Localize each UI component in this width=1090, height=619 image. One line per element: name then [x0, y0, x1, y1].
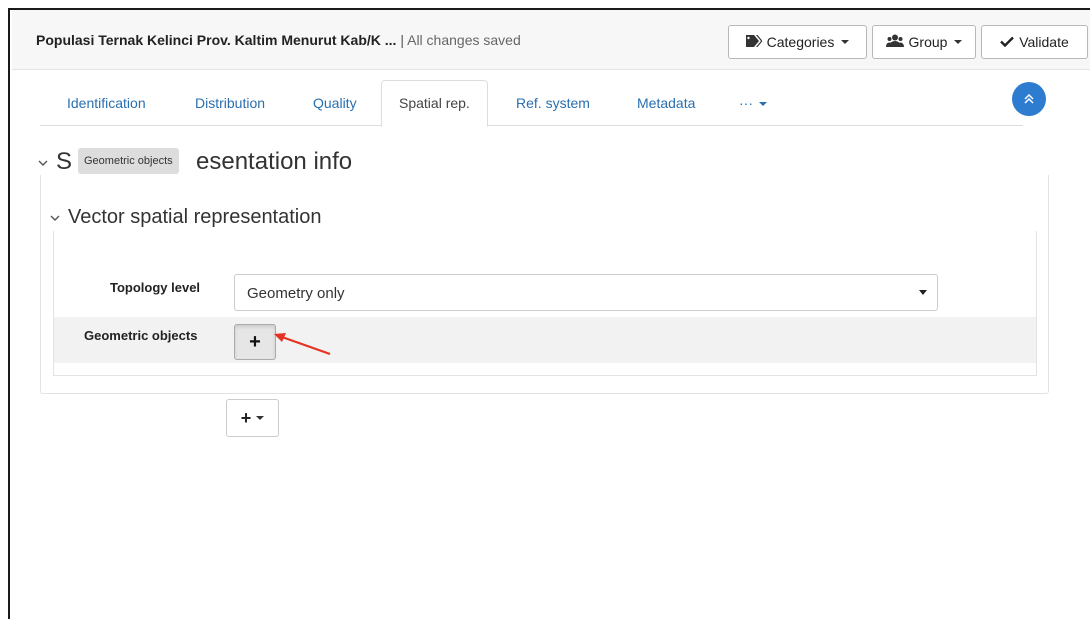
users-icon: [885, 34, 904, 50]
validate-button[interactable]: Validate: [981, 25, 1088, 59]
section-title-start: S: [56, 148, 73, 175]
group-button[interactable]: Group: [872, 25, 976, 59]
editor-tabs: Identification Distribution Quality Spat…: [40, 80, 1023, 127]
tab-quality[interactable]: Quality: [313, 95, 357, 111]
add-section-button[interactable]: +: [226, 399, 279, 437]
group-label: Group: [908, 34, 948, 50]
double-chevron-up-icon: [1024, 92, 1034, 107]
annotation-arrow: [274, 333, 331, 356]
check-icon: [1000, 34, 1015, 50]
chevron-down-icon: [954, 40, 963, 44]
chevron-down-icon: [841, 40, 850, 44]
chevron-down-icon: [759, 102, 767, 107]
section-title-end: esentation info: [196, 148, 353, 175]
plus-icon: +: [249, 330, 261, 353]
tab-more[interactable]: ···: [739, 95, 767, 111]
subsection-title: Vector spatial representation: [68, 206, 322, 228]
tab-distribution[interactable]: Distribution: [195, 95, 265, 111]
tab-spatial-rep[interactable]: Spatial rep.: [381, 80, 488, 127]
topology-level-select[interactable]: Geometry only: [234, 274, 938, 311]
geometric-objects-row: [54, 317, 1036, 363]
save-status: All changes saved: [407, 32, 521, 48]
categories-button[interactable]: Categories: [728, 25, 867, 59]
tags-icon: [745, 34, 763, 50]
scroll-to-top-button[interactable]: [1012, 82, 1046, 116]
tab-more-label: ···: [739, 95, 753, 111]
categories-label: Categories: [766, 34, 835, 50]
chevron-down-icon: [256, 416, 265, 420]
validate-label: Validate: [1019, 34, 1069, 50]
chevron-down-icon: [38, 155, 48, 170]
editor-header: Populasi Ternak Kelinci Prov. Kaltim Men…: [12, 10, 1090, 70]
topology-level-label: Topology level: [110, 280, 201, 295]
title-separator: |: [400, 32, 404, 48]
tab-ref-system[interactable]: Ref. system: [516, 95, 590, 111]
record-name: Populasi Ternak Kelinci Prov. Kaltim Men…: [36, 32, 397, 48]
tab-identification[interactable]: Identification: [67, 95, 146, 111]
topology-level-value: Geometry only: [247, 285, 345, 302]
section-vector-spatial-representation[interactable]: Vector spatial representation: [50, 206, 322, 229]
geometric-objects-label: Geometric objects: [84, 328, 198, 343]
tooltip: Geometric objects: [78, 148, 179, 174]
tab-metadata[interactable]: Metadata: [637, 95, 695, 111]
chevron-down-icon: [50, 210, 60, 225]
record-title: Populasi Ternak Kelinci Prov. Kaltim Men…: [36, 32, 521, 48]
chevron-down-icon: [919, 290, 927, 295]
plus-icon: +: [240, 407, 252, 428]
